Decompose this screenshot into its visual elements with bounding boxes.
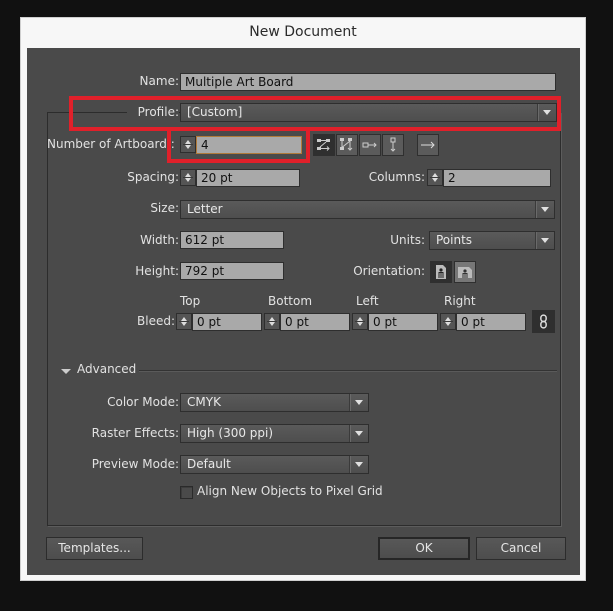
arrow-down-icon [432, 178, 438, 182]
raster-effects-value: High (300 ppi) [187, 426, 274, 440]
bleed-bottom-input[interactable]: 0 pt [280, 313, 350, 331]
advanced-toggle[interactable]: Advanced [77, 362, 136, 376]
columns-label: Columns: [368, 170, 425, 184]
bleed-top-stepper[interactable] [176, 313, 192, 330]
dialog-title: New Document [249, 24, 357, 40]
templates-button[interactable]: Templates... [46, 537, 143, 560]
raster-effects-dropdown[interactable]: High (300 ppi) [180, 424, 369, 443]
width-label: Width: [140, 233, 179, 247]
orientation-landscape-button[interactable] [454, 261, 476, 283]
size-value: Letter [187, 202, 223, 216]
landscape-icon [458, 267, 472, 278]
chevron-down-icon [349, 425, 368, 442]
dialog-client-area: Name: Multiple Art Board Profile: [Custo… [27, 48, 580, 575]
color-mode-value: CMYK [187, 395, 221, 409]
chevron-down-icon [535, 201, 554, 218]
profile-highlight-box [69, 96, 561, 131]
columns-stepper[interactable] [427, 169, 443, 186]
advanced-divider [139, 370, 557, 371]
artboards-highlight-box [167, 129, 310, 163]
arrow-down-icon [357, 322, 363, 326]
change-to-right-to-left-icon [421, 141, 435, 149]
preview-mode-value: Default [187, 457, 231, 471]
units-value: Points [436, 233, 473, 247]
grid-by-row-icon [317, 139, 330, 151]
align-pixel-grid-label[interactable]: Align New Objects to Pixel Grid [197, 482, 383, 500]
chevron-down-icon [349, 394, 368, 411]
chevron-down-icon [349, 456, 368, 473]
units-label: Units: [390, 233, 425, 247]
preview-mode-dropdown[interactable]: Default [180, 455, 369, 474]
bleed-right-label: Right [444, 294, 476, 308]
arrow-down-icon [185, 178, 191, 182]
name-label: Name: [139, 74, 179, 88]
bleed-left-label: Left [356, 294, 379, 308]
arrow-down-icon [269, 322, 275, 326]
grid-by-column-icon [340, 138, 353, 151]
color-mode-label: Color Mode: [107, 395, 179, 409]
bleed-label: Bleed: [137, 314, 175, 328]
ok-button[interactable]: OK [378, 537, 470, 560]
bleed-left-input[interactable]: 0 pt [368, 313, 438, 331]
cancel-button[interactable]: Cancel [476, 537, 566, 560]
new-document-dialog: New Document Name: Multiple Art Board Pr… [20, 17, 586, 581]
bleed-link-button[interactable] [532, 310, 555, 333]
link-chain-icon [540, 314, 547, 329]
units-dropdown[interactable]: Points [429, 231, 555, 250]
right-to-left-layout-button[interactable] [417, 134, 439, 156]
size-label: Size: [150, 201, 179, 215]
color-mode-dropdown[interactable]: CMYK [180, 393, 369, 412]
arrange-by-row-button[interactable] [359, 134, 381, 156]
spacing-label: Spacing: [127, 170, 179, 184]
name-input[interactable]: Multiple Art Board [180, 73, 556, 91]
size-dropdown[interactable]: Letter [180, 200, 555, 219]
width-input[interactable]: 612 pt [180, 231, 284, 249]
arrange-by-column-button[interactable] [382, 134, 404, 156]
portrait-icon [436, 265, 446, 279]
bleed-bottom-stepper[interactable] [264, 313, 280, 330]
bleed-top-label: Top [180, 294, 201, 308]
bleed-right-stepper[interactable] [440, 313, 456, 330]
orientation-portrait-button[interactable] [430, 261, 452, 283]
bleed-right-input[interactable]: 0 pt [456, 313, 526, 331]
grid-by-column-button[interactable] [336, 134, 358, 156]
height-input[interactable]: 792 pt [180, 262, 284, 280]
raster-effects-label: Raster Effects: [91, 426, 179, 440]
chevron-down-icon [535, 232, 554, 249]
grid-by-row-button[interactable] [313, 134, 335, 156]
align-pixel-grid-checkbox[interactable] [180, 486, 193, 499]
disclosure-triangle-icon[interactable] [61, 369, 71, 374]
bleed-left-stepper[interactable] [352, 313, 368, 330]
bleed-top-input[interactable]: 0 pt [192, 313, 262, 331]
bleed-bottom-label: Bottom [268, 294, 313, 308]
columns-input[interactable]: 2 [443, 169, 551, 187]
arrow-down-icon [181, 322, 187, 326]
spacing-input[interactable]: 20 pt [196, 169, 300, 187]
height-label: Height: [135, 264, 179, 278]
arrow-down-icon [445, 322, 451, 326]
preview-mode-label: Preview Mode: [91, 457, 179, 471]
spacing-stepper[interactable] [180, 169, 196, 186]
arrange-by-row-icon [362, 142, 377, 148]
arrange-by-column-icon [390, 137, 396, 152]
orientation-label: Orientation: [353, 264, 425, 278]
